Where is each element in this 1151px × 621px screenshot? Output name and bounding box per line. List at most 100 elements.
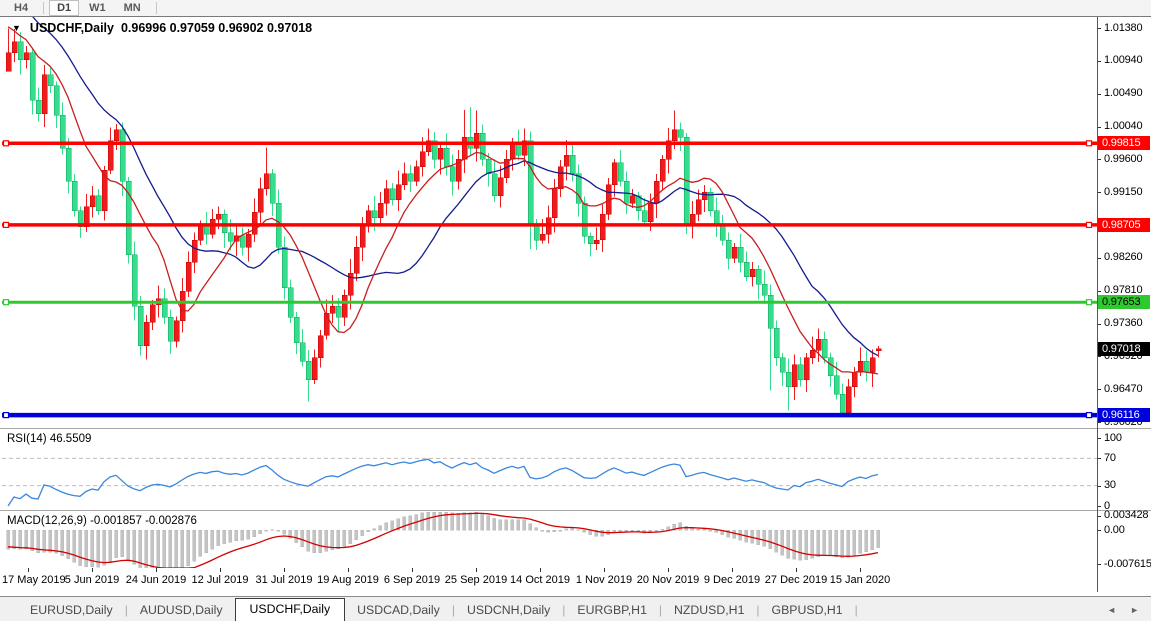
candle — [360, 225, 365, 247]
candle — [654, 181, 659, 203]
rsi-axis-label: 30 — [1104, 479, 1116, 491]
timeframe-button-h4[interactable]: H4 — [6, 0, 36, 16]
tab-eurgbp-h1[interactable]: EURGBP,H1 — [565, 600, 658, 621]
candle — [780, 358, 785, 373]
rsi-panel[interactable]: RSI(14) 46.5509 10070300 — [0, 430, 1151, 510]
macd-bar — [583, 530, 586, 532]
candle — [648, 203, 653, 221]
candle — [150, 305, 155, 323]
line-handle[interactable] — [1087, 413, 1092, 418]
macd-bar — [619, 530, 622, 531]
macd-bar — [535, 528, 538, 531]
macd-bar — [529, 524, 532, 531]
line-handle[interactable] — [4, 222, 9, 227]
tab-usdcad-daily[interactable]: USDCAD,Daily — [345, 600, 452, 621]
timeframe-button-d1[interactable]: D1 — [49, 0, 79, 16]
price-axis: 1.013801.009401.004901.000400.996000.991… — [1097, 17, 1151, 428]
macd-bar — [205, 530, 208, 553]
tab-usdcnh-daily[interactable]: USDCNH,Daily — [455, 600, 562, 621]
candle — [828, 358, 833, 376]
candle — [384, 189, 389, 204]
tab-separator: | — [855, 603, 858, 621]
candle — [174, 321, 179, 342]
date-tick — [28, 568, 29, 572]
candle — [516, 144, 521, 155]
candlestick-chart-canvas[interactable] — [2, 17, 1097, 428]
candle — [486, 159, 491, 174]
tab-scroll-left-icon[interactable]: ◄ — [1107, 605, 1116, 615]
timeframe-button-w1[interactable]: W1 — [81, 0, 114, 16]
candle — [114, 130, 119, 141]
macd-bar — [439, 512, 442, 530]
macd-bar — [427, 512, 430, 530]
line-handle[interactable] — [1087, 222, 1092, 227]
macd-bar — [499, 520, 502, 531]
chart-window: ▼USDCHF,Daily0.96996 0.97059 0.96902 0.9… — [0, 16, 1151, 596]
candle — [582, 203, 587, 236]
tab-audusd-daily[interactable]: AUDUSD,Daily — [128, 600, 235, 621]
candle — [672, 130, 677, 141]
macd-bar — [163, 530, 166, 568]
macd-panel[interactable]: MACD(12,26,9) -0.001857 -0.002876 0.0034… — [0, 512, 1151, 568]
macd-bar — [193, 530, 196, 561]
macd-bar — [781, 530, 784, 555]
timeframe-button-mn[interactable]: MN — [116, 0, 149, 16]
macd-bar — [841, 530, 844, 558]
tab-usdchf-daily[interactable]: USDCHF,Daily — [235, 598, 346, 621]
candle — [870, 358, 875, 373]
candle — [108, 141, 113, 170]
macd-bar — [829, 530, 832, 556]
price-axis-label: 0.99600 — [1104, 153, 1142, 165]
macd-bar — [283, 530, 286, 534]
main-price-panel[interactable]: ▼USDCHF,Daily0.96996 0.97059 0.96902 0.9… — [0, 17, 1151, 428]
candle — [720, 225, 725, 240]
macd-bar — [373, 529, 376, 531]
candle — [768, 295, 773, 328]
macd-bar — [775, 530, 778, 552]
candle — [414, 167, 419, 182]
line-handle[interactable] — [4, 413, 9, 418]
candle — [846, 387, 851, 413]
tab-eurusd-daily[interactable]: EURUSD,Daily — [18, 600, 125, 621]
price-badge-0.98705: 0.98705 — [1098, 218, 1150, 232]
macd-bar — [403, 517, 406, 530]
macd-bar — [187, 530, 190, 566]
date-tick — [156, 568, 157, 572]
line-handle[interactable] — [1087, 141, 1092, 146]
macd-bar — [109, 530, 112, 561]
macd-bar — [121, 530, 124, 557]
macd-bar — [307, 530, 310, 551]
macd-bar — [787, 530, 790, 558]
tab-gbpusd-h1[interactable]: GBPUSD,H1 — [760, 600, 855, 621]
macd-bar — [181, 530, 184, 568]
macd-axis-label: 0.00 — [1104, 524, 1125, 536]
axis-separator-line — [1097, 17, 1098, 592]
rsi-chart-canvas[interactable] — [2, 430, 1097, 510]
candle — [816, 339, 821, 350]
candle — [240, 236, 245, 248]
macd-bar — [49, 530, 52, 552]
tab-nzdusd-h1[interactable]: NZDUSD,H1 — [662, 600, 756, 621]
line-handle[interactable] — [4, 141, 9, 146]
candle — [282, 247, 287, 287]
candle — [498, 178, 503, 196]
candle — [324, 313, 329, 335]
line-handle[interactable] — [4, 300, 9, 305]
macd-bar — [763, 530, 766, 546]
toolbar-separator — [43, 2, 44, 14]
macd-bar — [697, 529, 700, 530]
candle — [300, 343, 305, 361]
candle — [144, 322, 149, 346]
tab-scroll-right-icon[interactable]: ► — [1130, 605, 1139, 615]
macd-bar — [493, 518, 496, 530]
price-axis-label: 1.00490 — [1104, 87, 1142, 99]
macd-bar — [19, 530, 22, 549]
candle — [834, 376, 839, 394]
macd-bar — [859, 530, 862, 553]
symbol-dropdown-icon[interactable]: ▼ — [12, 23, 21, 33]
candle — [54, 86, 59, 115]
macd-bar — [229, 530, 232, 542]
date-label: 25 Sep 2019 — [445, 574, 507, 586]
line-handle[interactable] — [1087, 300, 1092, 305]
date-tick — [476, 568, 477, 572]
